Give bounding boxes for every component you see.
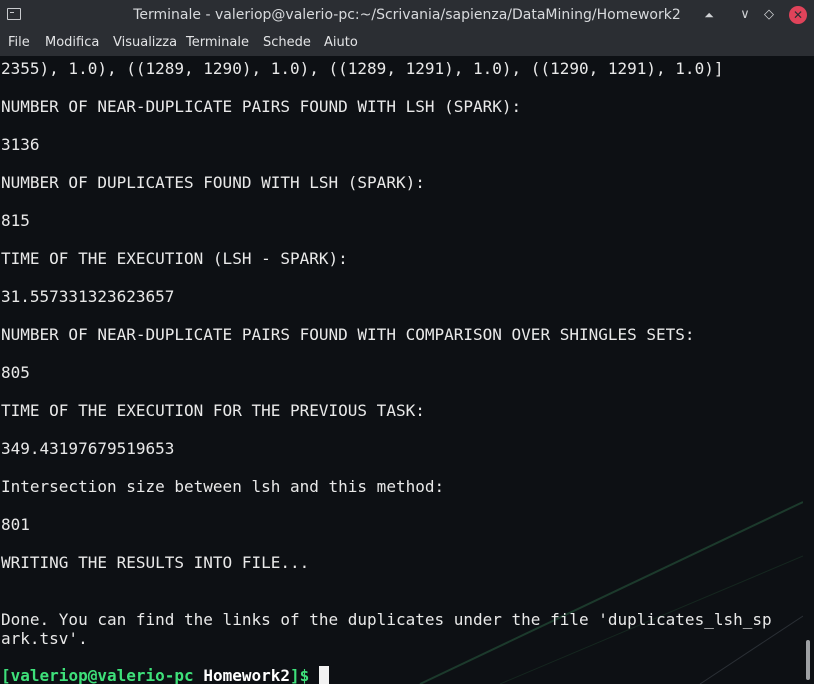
menu-bar: File Modifica Visualizza Terminale Sched… [0,31,814,56]
prompt-directory: Homework2 [203,666,291,684]
menu-file[interactable]: File [8,35,30,50]
output-line: Done. You can find the links of the dupl… [1,610,772,629]
output-line: 2355), 1.0), ((1289, 1290), 1.0), ((1289… [1,59,724,78]
output-line: 349.43197679519653 [1,439,175,458]
window-title: Terminale - valeriop@valerio-pc:~/Scriva… [133,7,681,23]
terminal-output[interactable]: 2355), 1.0), ((1289, 1290), 1.0), ((1289… [0,56,803,684]
output-line: ark.tsv'. [1,629,88,648]
menu-visualizza[interactable]: Visualizza [113,35,177,50]
text-cursor [319,666,330,684]
output-line: 3136 [1,135,40,154]
scrollbar[interactable] [803,56,814,684]
output-line: WRITING THE RESULTS INTO FILE... [1,553,310,572]
output-line: 805 [1,363,30,382]
output-line: 801 [1,515,30,534]
output-line: TIME OF THE EXECUTION FOR THE PREVIOUS T… [1,401,425,420]
close-button[interactable]: ✕ [789,6,807,24]
output-line: NUMBER OF NEAR-DUPLICATE PAIRS FOUND WIT… [1,97,522,116]
menu-aiuto[interactable]: Aiuto [324,35,358,50]
prompt-open-bracket: [ [1,666,11,684]
output-line: NUMBER OF DUPLICATES FOUND WITH LSH (SPA… [1,173,425,192]
menu-modifica[interactable]: Modifica [45,35,99,50]
scrollbar-thumb[interactable] [806,640,810,680]
shell-prompt[interactable]: [valeriop@valerio-pc Homework2]$ [1,666,330,684]
output-line: 815 [1,211,30,230]
terminal-window: Terminale - valeriop@valerio-pc:~/Scriva… [0,0,814,684]
background-decoration [419,501,803,684]
output-line: TIME OF THE EXECUTION (LSH - SPARK): [1,249,348,268]
output-line: Intersection size between lsh and this m… [1,477,445,496]
menu-schede[interactable]: Schede [263,35,311,50]
minimize-button[interactable]: ∨ [736,6,754,24]
maximize-button[interactable]: ◇ [760,6,778,24]
title-bar[interactable]: Terminale - valeriop@valerio-pc:~/Scriva… [0,0,814,31]
prompt-user-host: valeriop@valerio-pc [10,666,194,684]
prompt-close-bracket: ]$ [290,666,310,684]
menu-terminale[interactable]: Terminale [186,35,249,50]
output-line: NUMBER OF NEAR-DUPLICATE PAIRS FOUND WIT… [1,325,695,344]
output-line: 31.557331323623657 [1,287,175,306]
keep-above-button[interactable]: ⏶ [700,6,718,24]
